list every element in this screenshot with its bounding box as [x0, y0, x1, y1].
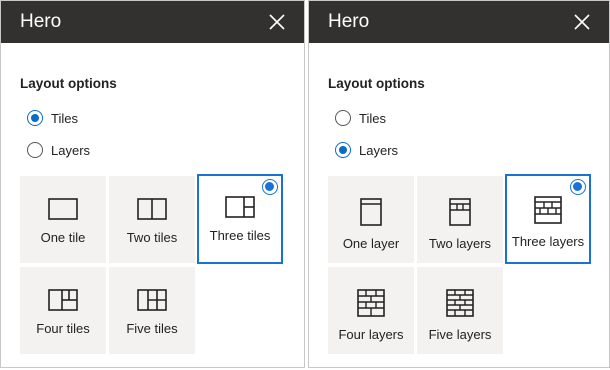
- tile-label: Three layers: [511, 234, 585, 249]
- radio-layers[interactable]: Layers: [27, 142, 90, 158]
- radio-tiles[interactable]: Tiles: [27, 110, 78, 126]
- close-button[interactable]: [268, 13, 286, 31]
- tile-two-layers[interactable]: Two layers: [417, 176, 503, 263]
- panel-header: Hero: [309, 1, 609, 43]
- radio-tiles[interactable]: Tiles: [335, 110, 386, 126]
- four-layers-icon: [357, 289, 385, 317]
- four-tiles-icon: [48, 289, 78, 311]
- tile-two-tiles[interactable]: Two tiles: [109, 176, 195, 263]
- one-layer-icon: [360, 198, 382, 226]
- five-layers-icon: [446, 289, 474, 317]
- radio-label: Tiles: [359, 110, 386, 126]
- hero-panel-tiles: Hero Layout options Tiles Layers One til…: [0, 0, 305, 368]
- layout-options-label: Layout options: [328, 76, 425, 91]
- close-icon: [574, 14, 590, 30]
- five-tiles-icon: [137, 289, 167, 311]
- tile-four-layers[interactable]: Four layers: [328, 267, 414, 354]
- radio-label: Tiles: [51, 110, 78, 126]
- tile-label: One layer: [342, 236, 400, 251]
- selected-check-icon: [570, 179, 586, 195]
- radio-label: Layers: [359, 142, 399, 158]
- tile-label: Four tiles: [36, 321, 90, 336]
- tile-label: One tile: [40, 230, 86, 245]
- radio-layers[interactable]: Layers: [335, 142, 398, 158]
- radio-button-checked[interactable]: [335, 142, 351, 158]
- tile-five-layers[interactable]: Five layers: [417, 267, 503, 354]
- tile-label: Two layers: [428, 236, 492, 251]
- hero-panel-layers: Hero Layout options Tiles Layers One lay…: [308, 0, 610, 368]
- tile-one-tile[interactable]: One tile: [20, 176, 106, 263]
- two-tiles-icon: [137, 198, 167, 220]
- radio-button[interactable]: [335, 110, 351, 126]
- two-layers-icon: [449, 198, 471, 226]
- radio-button-checked[interactable]: [27, 110, 43, 126]
- close-icon: [269, 14, 285, 30]
- tile-label: Five tiles: [126, 321, 178, 336]
- layout-options-label: Layout options: [20, 76, 117, 91]
- close-button[interactable]: [573, 13, 591, 31]
- panel-header: Hero: [1, 1, 304, 43]
- three-tiles-icon: [225, 196, 255, 218]
- tile-three-tiles[interactable]: Three tiles: [197, 174, 283, 264]
- tile-four-tiles[interactable]: Four tiles: [20, 267, 106, 354]
- selected-check-icon: [262, 179, 278, 195]
- tile-three-layers[interactable]: Three layers: [505, 174, 591, 264]
- radio-label: Layers: [51, 142, 91, 158]
- tile-label: Two tiles: [126, 230, 178, 245]
- tile-label: Four layers: [338, 327, 404, 342]
- panel-title: Hero: [328, 11, 370, 32]
- tile-one-layer[interactable]: One layer: [328, 176, 414, 263]
- three-layers-icon: [534, 196, 562, 224]
- panel-title: Hero: [20, 11, 62, 32]
- radio-button[interactable]: [27, 142, 43, 158]
- tile-label: Five layers: [428, 327, 492, 342]
- tile-label: Three tiles: [209, 228, 271, 243]
- one-tile-icon: [48, 198, 78, 220]
- tile-five-tiles[interactable]: Five tiles: [109, 267, 195, 354]
